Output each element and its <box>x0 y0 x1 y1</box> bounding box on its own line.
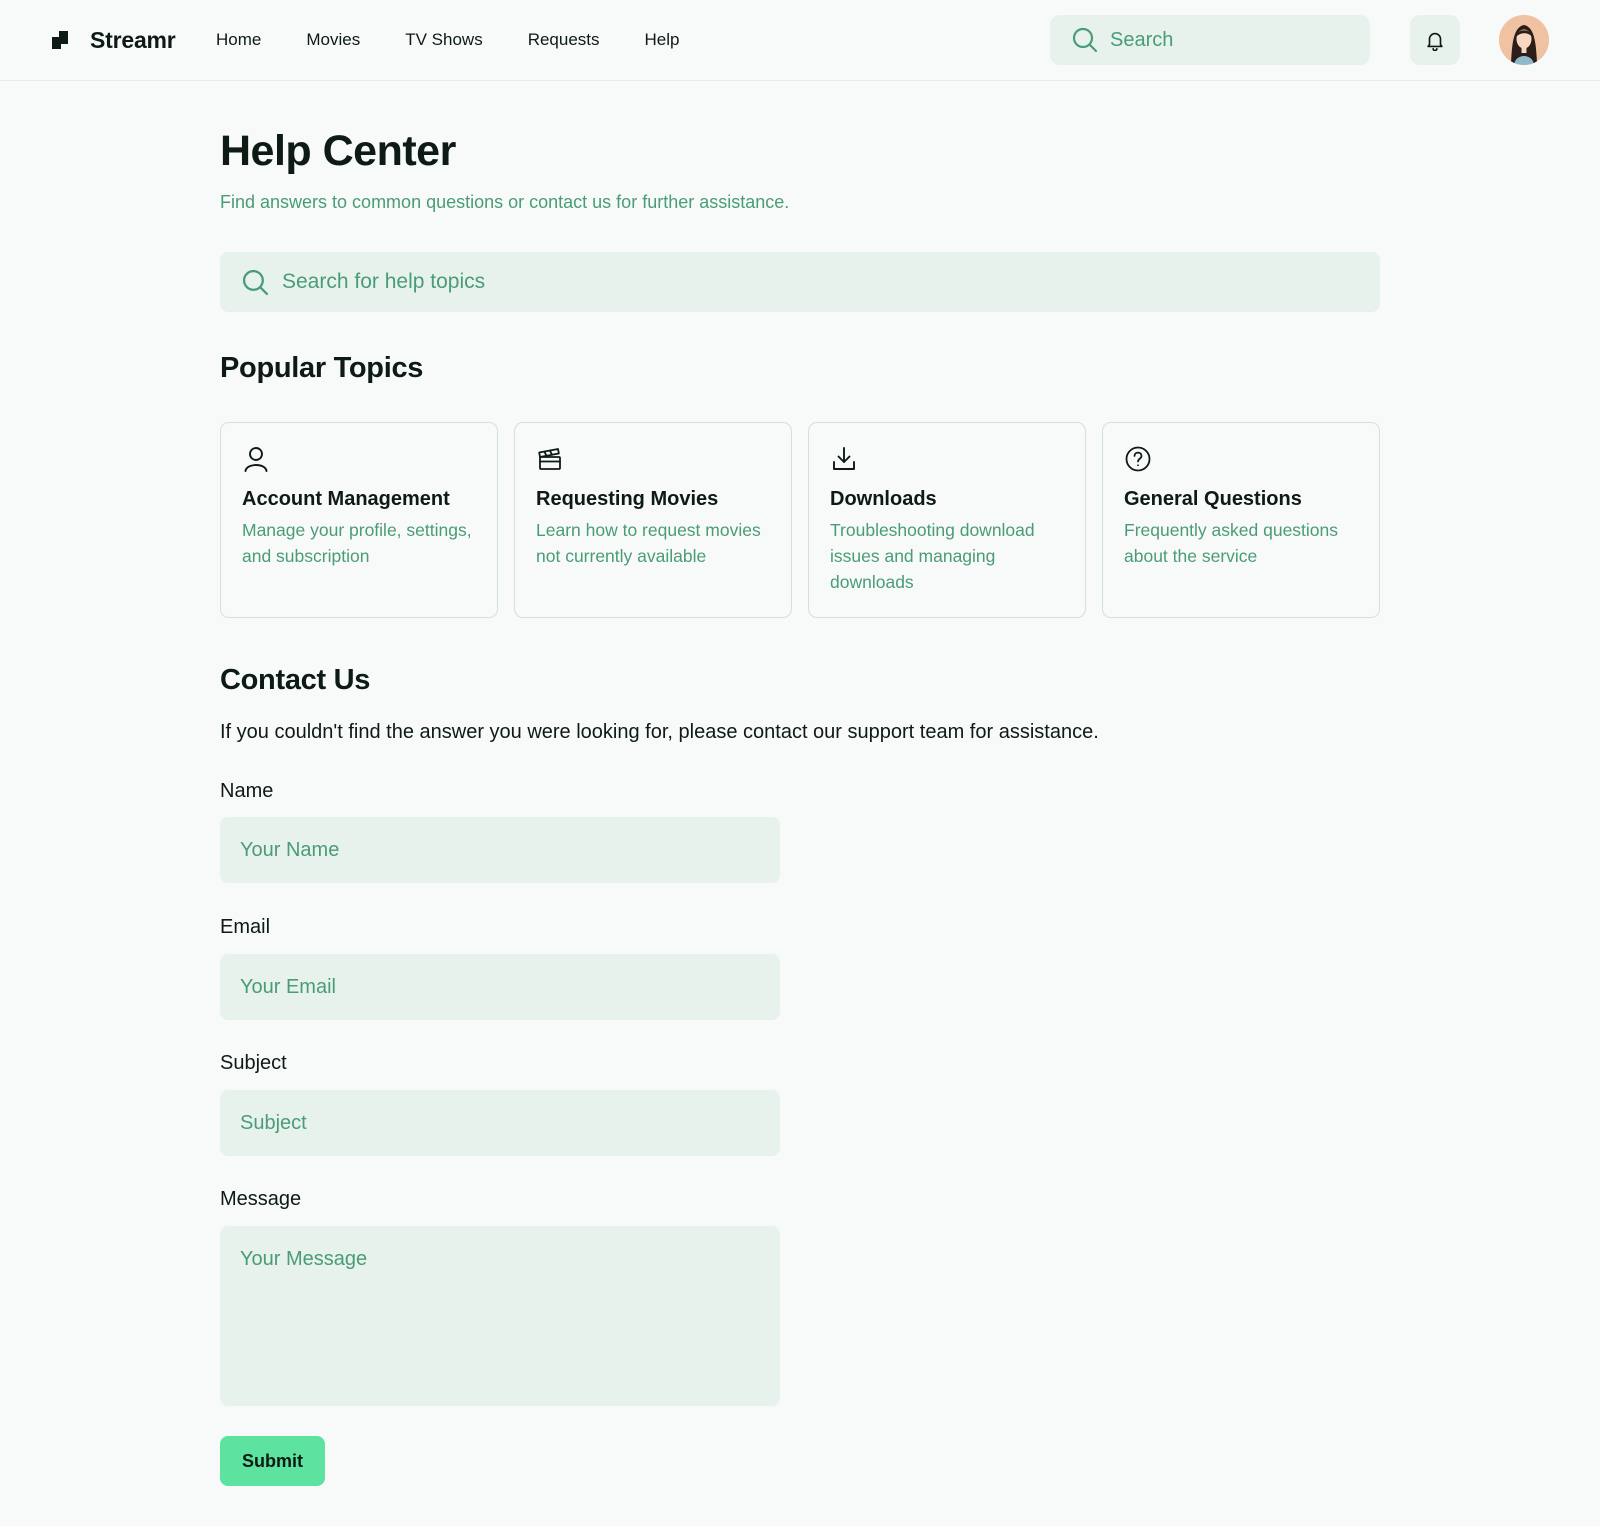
popular-topics-heading: Popular Topics <box>220 352 424 384</box>
nav-tv-shows[interactable]: TV Shows <box>405 28 482 52</box>
contact-us-heading: Contact Us <box>220 664 371 696</box>
topic-title: Downloads <box>830 488 937 510</box>
topic-description: Manage your profile, settings, and subsc… <box>242 520 472 566</box>
topic-title: Account Management <box>242 488 450 510</box>
user-icon <box>244 447 268 472</box>
topic-title: General Questions <box>1124 488 1302 510</box>
topic-description: Learn how to request movies not currentl… <box>536 520 761 566</box>
question-icon <box>1125 446 1151 472</box>
topic-card-requesting-movies[interactable]: Requesting Movies Learn how to request m… <box>514 422 792 618</box>
subject-label: Subject <box>220 1052 287 1074</box>
topic-description: Troubleshooting download issues and mana… <box>830 520 1035 592</box>
bell-icon <box>1427 32 1443 51</box>
streamr-logo-icon <box>52 31 68 49</box>
topic-card-account-management[interactable]: Account Management Manage your profile, … <box>220 422 498 618</box>
header-search-input[interactable] <box>1110 28 1350 52</box>
nav-requests[interactable]: Requests <box>528 28 600 52</box>
top-navigation-bar: Streamr Home Movies TV Shows Requests He… <box>0 0 1600 81</box>
email-field[interactable] <box>220 954 780 1020</box>
submit-button[interactable]: Submit <box>220 1436 325 1486</box>
topic-description: Frequently asked questions about the ser… <box>1124 520 1339 566</box>
download-icon <box>833 447 855 470</box>
contact-us-text: If you couldn't find the answer you were… <box>220 721 1099 743</box>
nav-movies[interactable]: Movies <box>306 28 360 52</box>
page-subtitle: Find answers to common questions or cont… <box>220 192 790 212</box>
page-title: Help Center <box>220 127 456 175</box>
nav-home[interactable]: Home <box>216 28 261 52</box>
notifications-button[interactable] <box>1410 15 1460 65</box>
email-label: Email <box>220 916 271 938</box>
subject-field[interactable] <box>220 1090 780 1156</box>
nav-help[interactable]: Help <box>645 28 680 52</box>
search-icon <box>242 269 269 295</box>
header-search <box>1050 15 1370 65</box>
avatar-portrait-icon <box>1499 15 1549 65</box>
search-icon <box>1072 27 1098 53</box>
help-search-input[interactable] <box>282 270 1362 294</box>
main-nav: Home Movies TV Shows Requests Help <box>216 28 725 52</box>
message-label: Message <box>220 1188 302 1210</box>
popular-topics-grid: Account Management Manage your profile, … <box>220 422 1380 618</box>
topic-title: Requesting Movies <box>536 488 719 510</box>
brand-logo[interactable]: Streamr <box>52 26 176 54</box>
user-avatar[interactable] <box>1499 15 1549 65</box>
name-field[interactable] <box>220 817 780 883</box>
name-label: Name <box>220 780 274 802</box>
message-field[interactable] <box>220 1226 780 1406</box>
brand-name: Streamr <box>90 26 176 53</box>
topic-card-downloads[interactable]: Downloads Troubleshooting download issue… <box>808 422 1086 618</box>
topic-card-general-questions[interactable]: General Questions Frequently asked quest… <box>1102 422 1380 618</box>
help-search-bar <box>220 252 1380 312</box>
clapperboard-icon <box>538 448 561 470</box>
